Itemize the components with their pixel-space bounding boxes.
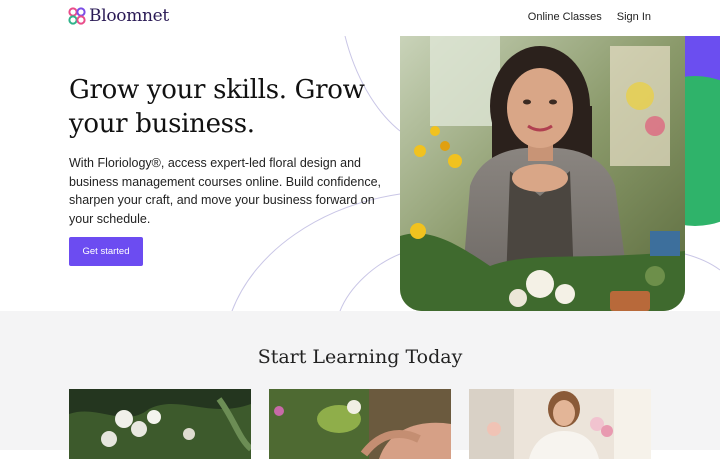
hero-section: Grow your skills. Grow your business. Wi… [0,36,720,311]
hero-florist-photo [400,36,685,311]
hero-description: With Floriology®, access expert-led flor… [69,156,381,226]
course-image-florist [469,389,651,459]
start-learning-section: Start Learning Today [0,311,720,459]
course-card-2[interactable] [269,389,451,459]
site-header: Bloomnet Online Classes Sign In [0,0,720,36]
flower-logo-icon [68,7,86,25]
nav-online-classes[interactable]: Online Classes [528,11,602,23]
nav-sign-in[interactable]: Sign In [617,11,651,23]
course-card-1[interactable] [69,389,251,459]
main-nav: Online Classes Sign In [528,11,651,23]
section-title: Start Learning Today [257,346,463,368]
brand-logo[interactable]: Bloomnet [68,6,169,26]
florist-image [400,36,685,311]
brand-name: Bloomnet [89,6,169,26]
get-started-button[interactable]: Get started [69,237,143,266]
course-image-orchids [69,389,251,459]
course-card-3[interactable] [469,389,651,459]
hero-title: Grow your skills. Grow your business. [69,75,365,139]
course-image-arranging [269,389,451,459]
